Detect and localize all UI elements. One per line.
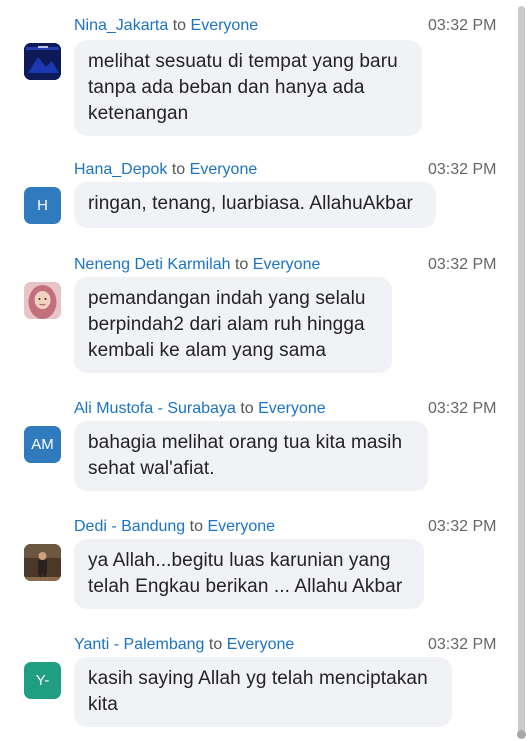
message-header: Neneng Deti Karmilah to Everyone — [74, 255, 320, 275]
sender-name[interactable]: Neneng Deti Karmilah — [74, 256, 231, 273]
recipient-name[interactable]: Everyone — [190, 161, 258, 178]
message-time: 03:32 PM — [428, 636, 497, 653]
avatar — [24, 43, 61, 80]
message-time: 03:32 PM — [428, 161, 497, 178]
to-label: to — [240, 400, 254, 417]
avatar-initials: Y- — [35, 672, 50, 689]
avatar — [24, 544, 61, 581]
avatar-photo-icon — [24, 544, 61, 581]
message-text: kasih saying Allah yg telah menciptakan … — [74, 657, 452, 727]
avatar-initials: AM — [31, 436, 54, 453]
recipient-name[interactable]: Everyone — [191, 17, 259, 34]
message-text: bahagia melihat orang tua kita masih seh… — [74, 421, 428, 491]
sender-name[interactable]: Nina_Jakarta — [74, 17, 168, 34]
scrollbar-thumb[interactable] — [518, 6, 525, 734]
sender-name[interactable]: Yanti - Palembang — [74, 636, 204, 653]
avatar: AM — [24, 426, 61, 463]
message-time: 03:32 PM — [428, 400, 497, 417]
message-text: ya Allah...begitu luas karunian yang tel… — [74, 539, 424, 609]
to-label: to — [208, 636, 223, 653]
scroll-down-icon[interactable] — [517, 730, 526, 739]
message-time: 03:32 PM — [428, 256, 497, 273]
recipient-name[interactable]: Everyone — [227, 636, 295, 653]
message-text: ringan, tenang, luarbiasa. AllahuAkbar — [74, 182, 436, 228]
message-header: Dedi - Bandung to Everyone — [74, 517, 275, 537]
message-text: pemandangan indah yang selalu berpindah2… — [74, 277, 392, 373]
recipient-name[interactable]: Everyone — [253, 256, 321, 273]
to-label: to — [171, 161, 186, 178]
recipient-name[interactable]: Everyone — [258, 400, 326, 417]
message-header: Nina_Jakarta to Everyone — [74, 16, 258, 36]
to-label: to — [234, 256, 249, 273]
to-label: to — [189, 518, 203, 535]
message-header: Yanti - Palembang to Everyone — [74, 635, 294, 655]
avatar-photo-icon — [24, 43, 61, 80]
chat-message-list: Nina_Jakarta to Everyone 03:32 PM meliha… — [0, 0, 514, 741]
sender-name[interactable]: Ali Mustofa - Surabaya — [74, 400, 236, 417]
vertical-scrollbar[interactable] — [515, 0, 529, 741]
message-header: Hana_Depok to Everyone — [74, 160, 257, 180]
avatar — [24, 282, 61, 319]
message-time: 03:32 PM — [428, 17, 497, 34]
recipient-name[interactable]: Everyone — [207, 518, 275, 535]
avatar-initials: H — [37, 197, 48, 214]
message-time: 03:32 PM — [428, 518, 497, 535]
message-header: Ali Mustofa - Surabaya to Everyone — [74, 399, 326, 419]
message-text: melihat sesuatu di tempat yang baru tanp… — [74, 40, 422, 136]
avatar-photo-icon — [24, 282, 61, 319]
avatar: Y- — [24, 662, 61, 699]
avatar: H — [24, 187, 61, 224]
sender-name[interactable]: Dedi - Bandung — [74, 518, 185, 535]
sender-name[interactable]: Hana_Depok — [74, 161, 167, 178]
to-label: to — [172, 17, 187, 34]
